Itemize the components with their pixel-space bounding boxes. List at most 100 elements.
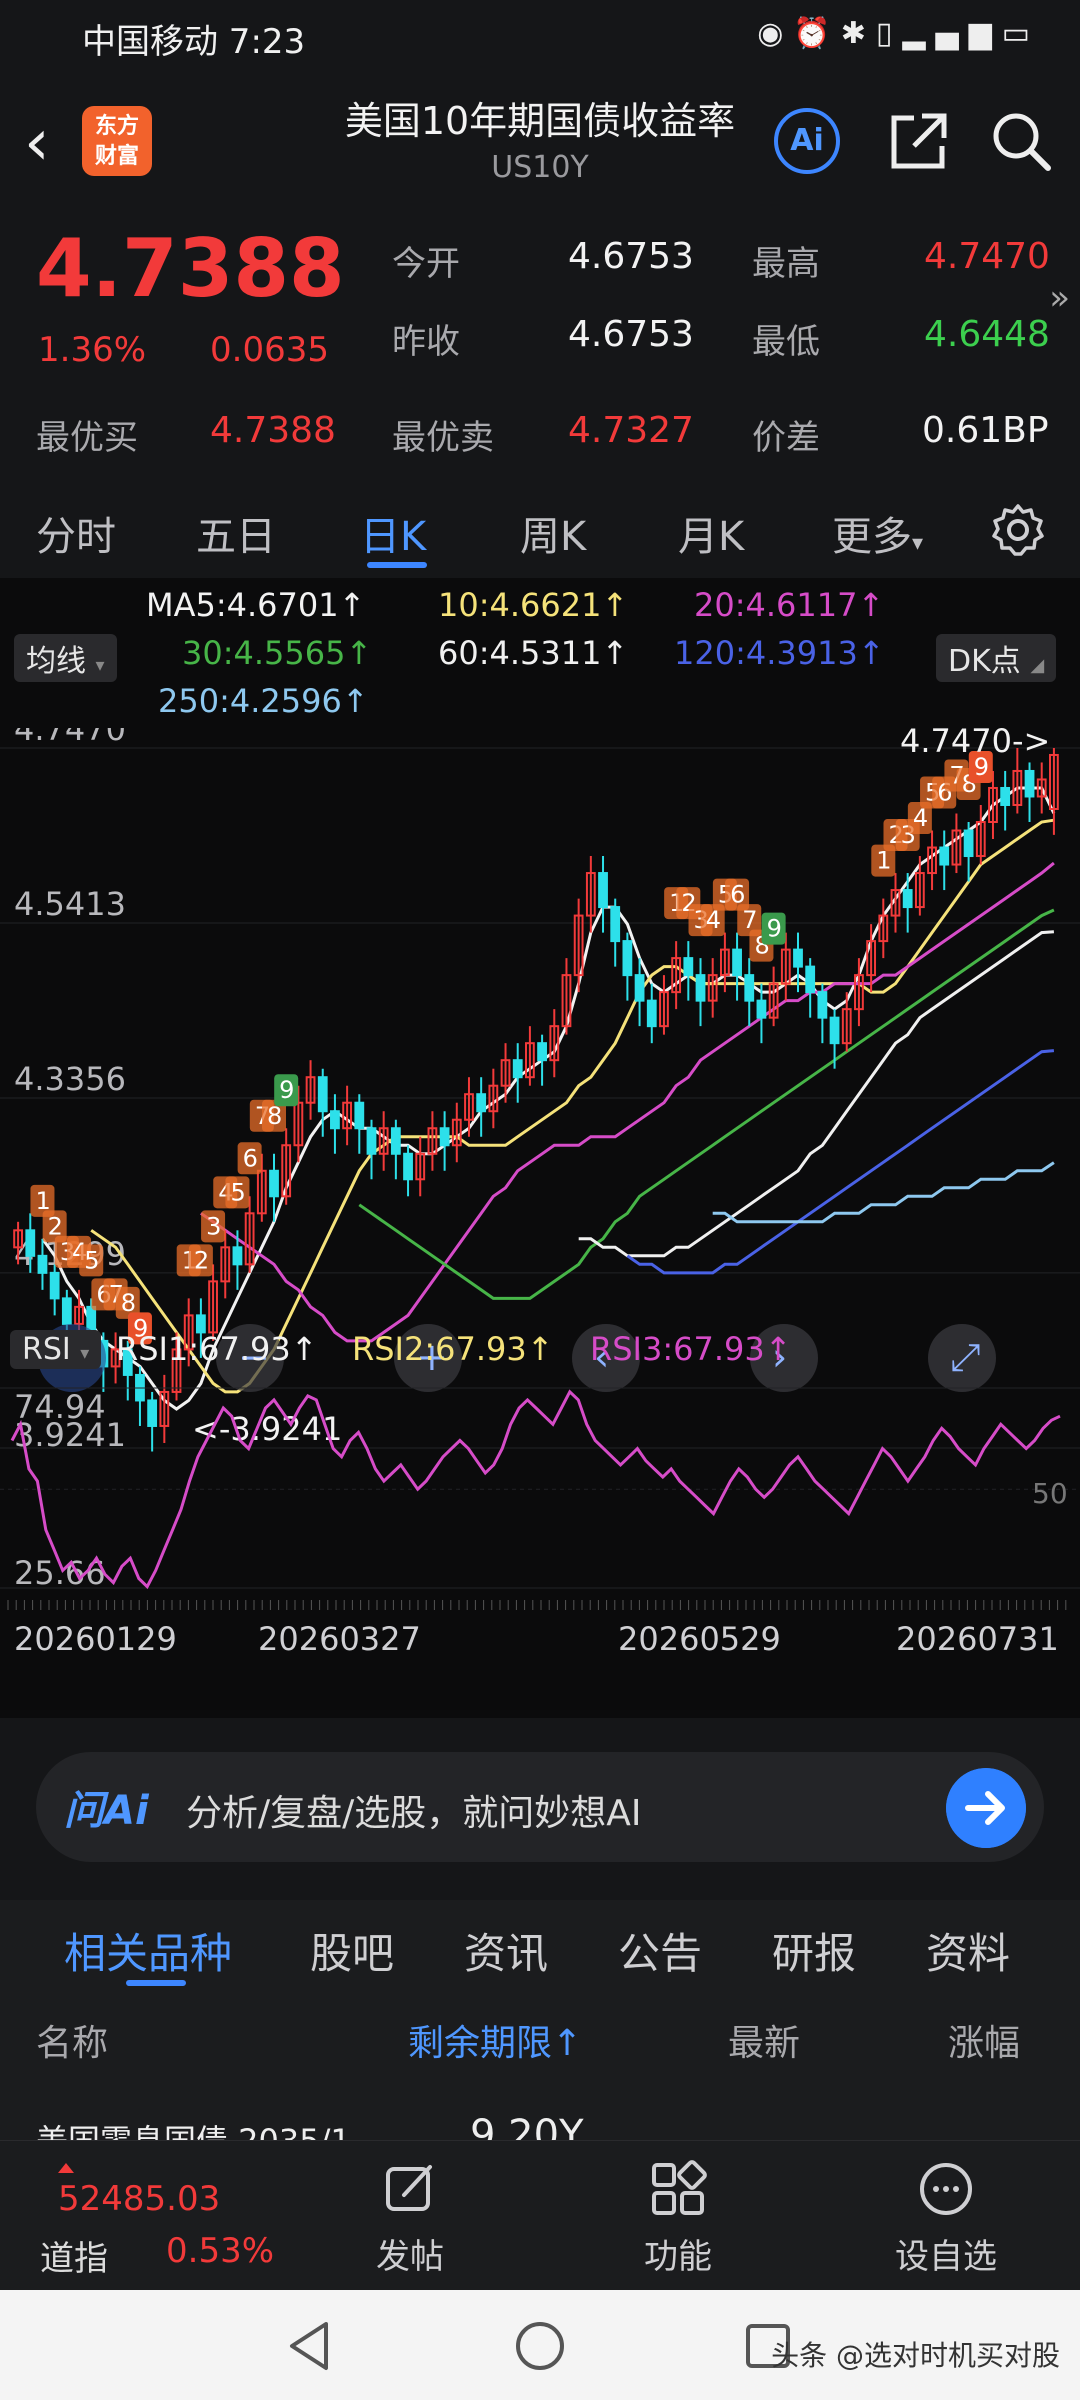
share-icon[interactable] xyxy=(884,106,954,176)
candle-body xyxy=(537,1042,547,1062)
candle-body xyxy=(963,829,974,858)
candle-body xyxy=(25,1229,36,1257)
high-value: 4.7470 xyxy=(924,236,1050,277)
candle-body xyxy=(598,872,608,909)
candle-body xyxy=(732,948,742,977)
candle-body xyxy=(793,948,803,968)
y-tick-label: 4.5413 xyxy=(14,885,126,923)
watermark: 头条 @选对时机买对股 xyxy=(771,2339,1060,2372)
vibrate-icon: ▯ xyxy=(875,16,903,51)
low-value: 4.6448 xyxy=(924,314,1050,355)
candle-body xyxy=(756,999,767,1019)
index-value[interactable]: 52485.03 xyxy=(58,2179,220,2219)
gear-icon[interactable] xyxy=(990,502,1046,558)
bestbid-label: 最优买 xyxy=(36,418,138,458)
add-watchlist-button[interactable]: 设自选 xyxy=(866,2159,1026,2278)
tab-news[interactable]: 资讯 xyxy=(464,1920,548,1981)
kline-chart-panel[interactable]: MA5:4.6701↑ 10:4.6621↑ 20:4.6117↑ 均线 ▾ 3… xyxy=(0,578,1080,1718)
col-change-sort[interactable]: 涨幅 xyxy=(948,2014,1020,2066)
td-marker: 9 xyxy=(767,915,782,943)
last-price: 4.7388 xyxy=(36,222,345,315)
ma120-legend: 120:4.3913↑ xyxy=(674,634,885,672)
candle-body xyxy=(1000,786,1011,806)
candle-body xyxy=(232,1246,243,1266)
tab-intraday[interactable]: 分时 xyxy=(36,504,116,562)
tab-announcements[interactable]: 公告 xyxy=(618,1920,702,1981)
tab-related[interactable]: 相关品种 xyxy=(64,1920,232,1981)
rsi-selector[interactable]: RSI ▾ xyxy=(10,1330,102,1369)
battery-icon: ▭ xyxy=(1001,16,1040,51)
spread-label: 价差 xyxy=(752,418,820,458)
candle-body xyxy=(37,1254,48,1274)
rsi-tick-label: 50 xyxy=(1032,1477,1068,1510)
tab-research[interactable]: 研报 xyxy=(772,1920,856,1981)
post-button[interactable]: 发帖 xyxy=(330,2159,490,2278)
x-tick-label: 20260327 xyxy=(258,1620,421,1658)
expand-quote-icon[interactable]: » xyxy=(1049,278,1070,318)
nav-home-icon[interactable] xyxy=(512,2318,568,2374)
arrow-right-icon[interactable] xyxy=(946,1768,1026,1848)
tab-monthly-k[interactable]: 月K xyxy=(678,504,744,562)
td-marker: 5 xyxy=(84,1246,99,1274)
bestbid-value: 4.7388 xyxy=(210,410,336,451)
ma250-legend: 250:4.2596↑ xyxy=(158,682,369,720)
ma-selector[interactable]: 均线 ▾ xyxy=(14,634,117,682)
edit-icon xyxy=(386,2165,432,2211)
ma60-legend: 60:4.5311↑ xyxy=(438,634,629,672)
table-header: 名称 剩余期限↑ 最新 涨幅 xyxy=(0,1990,1080,2100)
candle-body xyxy=(817,991,828,1019)
ai-assistant-bar[interactable]: 问Ai 分析/复盘/选股，就问妙想AI xyxy=(36,1752,1044,1862)
candle-body xyxy=(646,999,657,1028)
bestask-label: 最优卖 xyxy=(392,418,494,458)
bestask-value: 4.7327 xyxy=(568,410,694,451)
fullscreen-icon[interactable]: ⤢ xyxy=(950,1335,980,1379)
x-tick-label: 20260129 xyxy=(14,1620,177,1658)
y-tick-label: 4.7470 xyxy=(14,728,126,748)
index-name[interactable]: 道指 xyxy=(40,2231,108,2280)
prevclose-label: 昨收 xyxy=(392,322,460,362)
ma-selector-caret-icon: ▾ xyxy=(95,655,105,676)
col-term-sort[interactable]: 剩余期限↑ xyxy=(408,2014,582,2066)
tab-more[interactable]: 更多▾ xyxy=(832,504,923,562)
ma-line-ma5 xyxy=(41,786,1056,1411)
nav-back-icon[interactable] xyxy=(282,2318,338,2374)
rsi-svg: 74.945025.6620260129 20260327 20260529 2026… xyxy=(0,1387,1080,1658)
ai-button[interactable]: Ai xyxy=(774,108,840,174)
rsi1-legend: RSI1:67.93↑ xyxy=(116,1330,318,1368)
candle-body xyxy=(439,1127,450,1147)
td-marker: 3 xyxy=(206,1212,221,1240)
index-percent: 0.53% xyxy=(166,2231,275,2271)
tab-five-day[interactable]: 五日 xyxy=(196,504,276,562)
tab-daily-k[interactable]: 日K xyxy=(360,504,426,562)
tab-weekly-k[interactable]: 周K xyxy=(520,504,586,562)
candle-body xyxy=(390,1127,401,1155)
high-marker: 4.7470-> xyxy=(900,728,1050,760)
table-row[interactable]: 美国零息国债 2035/1 9.20Y xyxy=(0,2100,1080,2140)
candle-body xyxy=(939,846,950,866)
td-marker: 9 xyxy=(279,1076,294,1104)
prevclose-value: 4.6753 xyxy=(568,314,694,355)
tab-profile[interactable]: 资料 xyxy=(926,1920,1010,1981)
candle-body xyxy=(744,974,755,1002)
ai-logo: 问Ai xyxy=(64,1788,149,1834)
candle-body xyxy=(610,906,621,943)
candle-body xyxy=(634,974,645,1002)
search-icon[interactable] xyxy=(986,106,1056,176)
candle-body xyxy=(683,957,694,977)
candle-body xyxy=(403,1152,413,1181)
tab-forum[interactable]: 股吧 xyxy=(310,1920,394,1981)
ai-prompt-text: 分析/复盘/选股，就问妙想AI xyxy=(186,1793,642,1834)
functions-button[interactable]: 功能 xyxy=(598,2159,758,2278)
status-icons: ◉⏰✱▯▂▄▆▭ xyxy=(757,16,1040,51)
spread-value: 0.61BP xyxy=(922,410,1049,451)
rsi-tick-label: 74.94 xyxy=(14,1388,106,1426)
watchlist-label: 设自选 xyxy=(895,2237,997,2277)
eye-icon: ◉ xyxy=(757,16,794,51)
dk-points-toggle[interactable]: DK点 ◢ xyxy=(936,634,1057,682)
candle-body xyxy=(269,1169,279,1198)
col-latest-sort[interactable]: 最新 xyxy=(728,2014,800,2066)
low-label: 最低 xyxy=(752,322,820,362)
ma-line-ma250 xyxy=(712,1161,1055,1224)
signal-icon: ▂▄▆ xyxy=(902,16,1002,51)
candle-body xyxy=(476,1093,487,1113)
